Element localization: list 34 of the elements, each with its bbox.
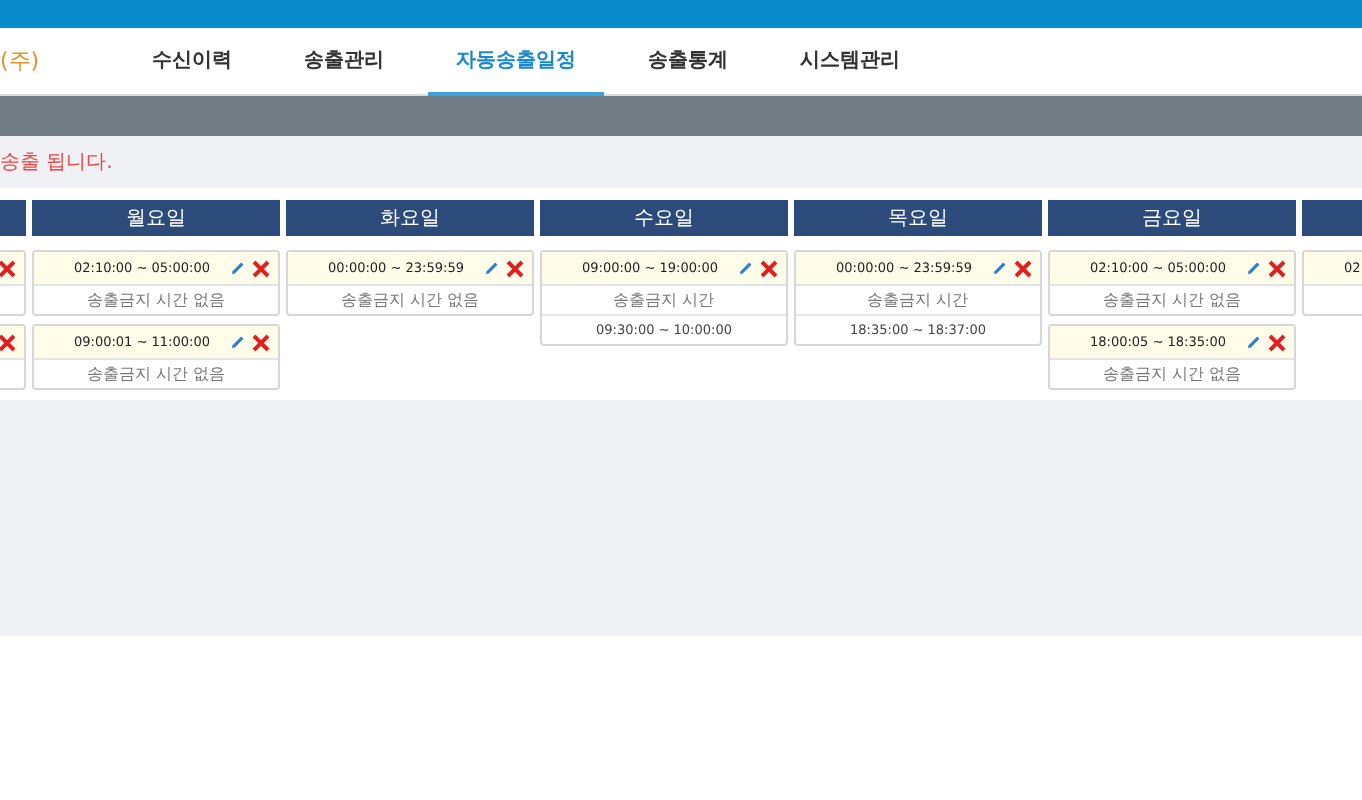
note-text: 송출금지 시간 없음 — [86, 364, 226, 386]
delete-icon[interactable] — [0, 333, 16, 351]
delete-icon[interactable] — [252, 259, 270, 277]
delete-icon[interactable] — [1268, 333, 1286, 351]
notice-text: 송출 됩니다. — [0, 150, 113, 176]
delete-icon[interactable] — [0, 259, 16, 277]
day-header: 월요일 — [32, 200, 280, 236]
note-text: 송출금지 시간 없음 — [1102, 364, 1242, 386]
edit-icon[interactable] — [1246, 334, 1262, 350]
note-text: 송출금지 시간 없음 — [1102, 290, 1242, 312]
note-text: 송출금지 시간 — [613, 290, 715, 312]
edit-icon[interactable] — [484, 260, 500, 276]
edit-icon[interactable] — [738, 260, 754, 276]
day-header: 화요일 — [286, 200, 534, 236]
logo-text: (주) — [0, 46, 42, 76]
delete-icon[interactable] — [1268, 259, 1286, 277]
note-text: 송출금지 시간 없음 — [86, 290, 226, 312]
day-header: 목요일 — [794, 200, 1042, 236]
nav-tab[interactable]: 시스템관리 — [796, 27, 904, 95]
edit-icon[interactable] — [230, 334, 246, 350]
nav-tab[interactable]: 수신이력 — [148, 27, 236, 95]
delete-icon[interactable] — [1014, 259, 1032, 277]
nav-tab[interactable]: 송출관리 — [300, 27, 388, 95]
delete-icon[interactable] — [506, 259, 524, 277]
day-header: 금요일 — [1048, 200, 1296, 236]
note-text: 송출금지 시간 없음 — [340, 290, 480, 312]
edit-icon[interactable] — [1246, 260, 1262, 276]
day-header: 수요일 — [540, 200, 788, 236]
edit-icon[interactable] — [992, 260, 1008, 276]
delete-icon[interactable] — [252, 333, 270, 351]
note-text: 송출금지 시간 — [867, 290, 969, 312]
nav-tab[interactable]: 송출통계 — [644, 27, 732, 95]
delete-icon[interactable] — [760, 259, 778, 277]
edit-icon[interactable] — [230, 260, 246, 276]
